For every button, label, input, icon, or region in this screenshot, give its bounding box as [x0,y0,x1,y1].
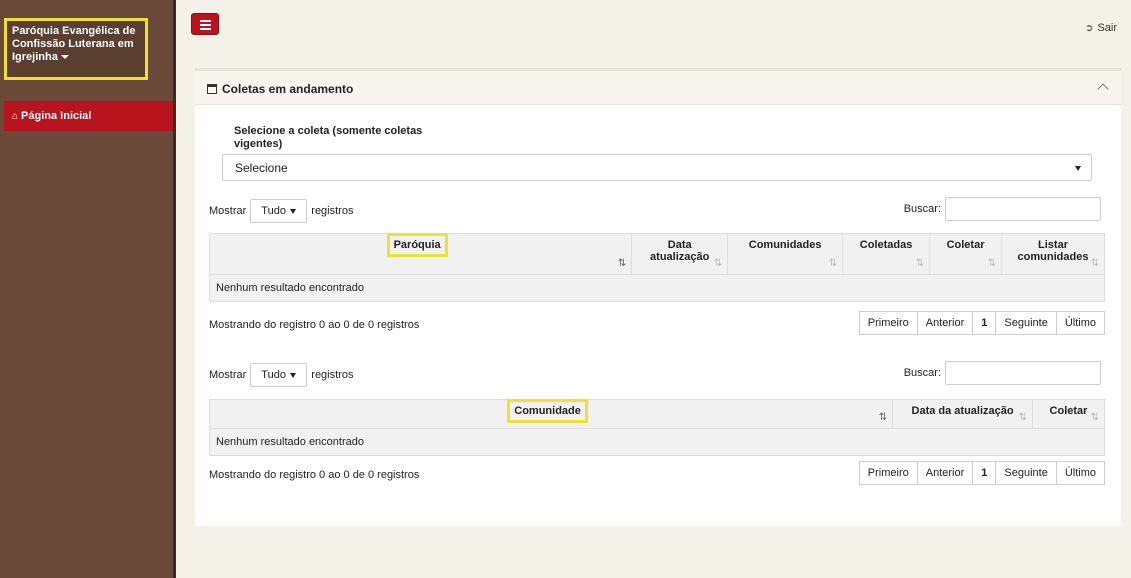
pager-first-button[interactable]: Primeiro [858,461,918,485]
pager-first-button[interactable]: Primeiro [858,311,918,335]
column-label: Data atualização [650,239,710,263]
panel-title-text: Coletas em andamento [222,82,354,96]
dropdown-arrow-icon [1075,166,1081,171]
show-label: Mostrar [209,205,247,217]
topbar: ➲ Sair [179,0,1131,48]
pager-next-button[interactable]: Seguinte [995,311,1057,335]
column-header-data-da-atualizacao[interactable]: Data da atualização ⇅ [892,399,1034,429]
search-control-1: Buscar: [904,197,1101,221]
sort-icon: ⇅ [1090,258,1099,269]
hamburger-icon [200,20,211,22]
hamburger-icon-line [200,24,211,26]
records-label: registros [311,369,354,381]
sidebar-item-home[interactable]: ⌂ Página Inicial [4,101,173,131]
column-header-data-atualizacao[interactable]: Data atualização ⇅ [631,233,729,275]
table-header-row: Paróquia ⇅ Data atualização ⇅ Comunidades ⇅… [208,233,1105,275]
table-header-row: Comunidade ⇅ Data da atualização ⇅ Coletar… [208,399,1105,429]
search-label: Buscar: [903,203,941,215]
column-header-comunidades[interactable]: Comunidades ⇅ [727,233,844,275]
table-info-2: Mostrando do registro 0 ao 0 de 0 regist… [209,469,420,481]
empty-message: Nenhum resultado encontrado [209,428,1105,456]
collections-panel: Coletas em andamento Selecione a coleta … [195,68,1121,526]
page-length-value: Tudo [261,369,286,381]
search-label: Buscar: [903,367,941,379]
column-header-paroquia[interactable]: Paróquia ⇅ [208,233,633,275]
community-table: Comunidade ⇅ Data da atualização ⇅ Coletar… [208,399,1105,456]
sort-icon: ⇅ [915,258,924,269]
search-control-2: Buscar: [904,361,1101,385]
collection-select[interactable]: Selecione [222,154,1092,181]
panel-header[interactable]: Coletas em andamento [195,71,1121,105]
column-label: Comunidades [748,239,822,251]
empty-message: Nenhum resultado encontrado [209,274,1105,302]
logout-label: Sair [1097,22,1117,34]
collection-select-label: Selecione a coleta (somente coletas vige… [234,125,423,150]
show-label: Mostrar [209,369,247,381]
page-length-select-1[interactable]: Tudo [250,199,308,223]
chevron-up-icon[interactable] [1097,83,1109,95]
sidebar-item-label: Página Inicial [21,110,92,122]
table-row: Nenhum resultado encontrado [209,428,1105,456]
brand-dropdown[interactable]: Paróquia Evangélica de Confissão Luteran… [4,18,148,80]
pager-page-button[interactable]: 1 [972,311,997,335]
calendar-icon [207,84,217,94]
column-label: Coletadas [859,239,913,251]
sort-icon: ⇅ [1090,412,1099,423]
sort-icon: ⇅ [713,258,722,269]
column-header-listar-comunidades[interactable]: Listar comunidades ⇅ [1001,233,1105,275]
records-label: registros [311,205,354,217]
logout-link[interactable]: ➲ Sair [1085,22,1117,34]
page-length-value: Tudo [261,205,286,217]
dropdown-arrow-icon [290,209,297,214]
panel-title: Coletas em andamento [207,82,353,96]
menu-toggle-button[interactable] [191,13,219,35]
length-control-2: Mostrar Tudo registros [209,363,353,387]
column-header-coletar[interactable]: Coletar ⇅ [929,233,1003,275]
sort-asc-icon: ⇅ [617,258,626,269]
pager-last-button[interactable]: Último [1055,311,1105,335]
caret-down-icon [60,55,69,60]
column-header-comunidade[interactable]: Comunidade ⇅ [208,399,894,429]
column-header-coletar[interactable]: Coletar ⇅ [1032,399,1105,429]
search-input-2[interactable] [945,361,1101,385]
column-label: Listar comunidades [1017,239,1089,263]
table-row: Nenhum resultado encontrado [209,274,1105,302]
sort-icon: ⇅ [987,258,996,269]
sort-icon: ⇅ [828,258,837,269]
search-input-1[interactable] [945,197,1101,221]
pager-previous-button[interactable]: Anterior [916,311,974,335]
brand-label: Paróquia Evangélica de Confissão Luteran… [12,25,136,63]
column-label: Data da atualização [911,405,1014,417]
dropdown-arrow-icon [290,373,297,378]
sidebar: Paróquia Evangélica de Confissão Luteran… [0,0,176,578]
column-label: Coletar [1049,405,1088,417]
pagination-1: Primeiro Anterior 1 Seguinte Último [858,311,1105,335]
collection-select-value: Selecione [235,161,288,175]
column-header-coletadas[interactable]: Coletadas ⇅ [842,233,931,275]
table-info-1: Mostrando do registro 0 ao 0 de 0 regist… [209,319,420,331]
pager-next-button[interactable]: Seguinte [995,461,1057,485]
length-control-1: Mostrar Tudo registros [209,199,353,223]
parish-table: Paróquia ⇅ Data atualização ⇅ Comunidades ⇅… [208,233,1105,302]
hamburger-icon-line [200,28,211,30]
page-length-select-2[interactable]: Tudo [250,363,308,387]
pager-previous-button[interactable]: Anterior [916,461,974,485]
pager-last-button[interactable]: Último [1055,461,1105,485]
sign-out-icon: ➲ [1085,23,1094,34]
pagination-2: Primeiro Anterior 1 Seguinte Último [858,461,1105,485]
column-label: Comunidade [507,399,588,423]
column-label: Coletar [946,239,985,251]
column-label: Paróquia [386,233,448,257]
sort-icon: ⇅ [1018,412,1027,423]
sort-asc-icon: ⇅ [878,412,887,423]
pager-page-button[interactable]: 1 [972,461,997,485]
home-icon: ⌂ [12,111,19,122]
